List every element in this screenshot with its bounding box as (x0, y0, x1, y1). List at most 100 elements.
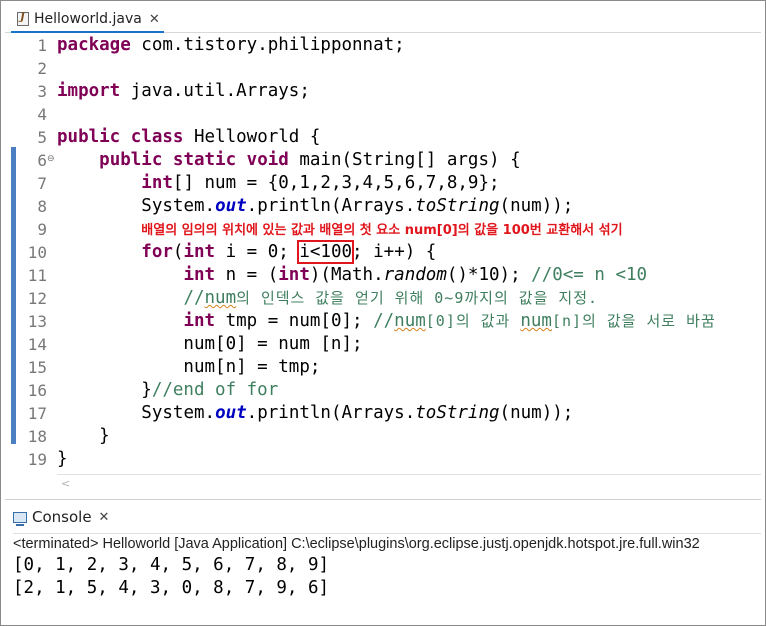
line-number: 15 (27, 358, 47, 377)
highlight-box: i<100 (297, 240, 355, 264)
code-line-10: for(int i = 0; i<100; i++) { (57, 240, 757, 264)
static-field: out (215, 196, 247, 216)
code-text-span: ()*10); (446, 265, 532, 285)
line-number: 7 (37, 174, 47, 193)
tab-helloworld-java[interactable]: Helloworld.java ✕ (11, 7, 164, 33)
code-text-span: (num)); (499, 196, 574, 216)
comment: [0]의 값과 (425, 312, 521, 330)
close-icon[interactable]: ✕ (99, 510, 110, 525)
console-view: Console ✕ <terminated> Helloworld [Java … (5, 499, 761, 621)
code-text-span: } (57, 380, 152, 400)
close-icon[interactable]: ✕ (149, 12, 160, 27)
code-line-13: int tmp = num[0]; //num[0]의 값과 num[n]의 값… (57, 310, 757, 333)
line-number: 11 (27, 266, 47, 285)
keyword: for (141, 242, 173, 262)
line-number: 16 (27, 381, 47, 400)
line-number: 8 (37, 197, 47, 216)
code-line-12: //num의 인덱스 값을 얻기 위해 0~9까지의 값을 지정. (57, 287, 757, 310)
console-status-line: <terminated> Helloworld [Java Applicatio… (13, 533, 761, 553)
comment: // (373, 311, 395, 331)
keyword: public static void (99, 150, 289, 170)
code-line-18: } (57, 426, 110, 446)
comment: 의 인덱스 값을 얻기 위해 0~9까지의 값을 지정. (236, 289, 599, 307)
tab-console[interactable]: Console ✕ (13, 504, 109, 530)
code-line-6: public static void main(String[] args) { (57, 149, 757, 172)
console-tab-label: Console (32, 508, 92, 526)
line-number: 6 (37, 151, 47, 170)
code-text-span: .println(Arrays. (246, 196, 416, 216)
keyword: int (183, 265, 216, 285)
comment: //0<= n <10 (531, 265, 648, 285)
code-line-3: import java.util.Arrays; (57, 80, 757, 103)
line-number: 10 (27, 243, 47, 262)
code-line-16: }//end of for (57, 379, 757, 402)
comment: // (183, 288, 205, 308)
code-text[interactable]: package com.tistory.philipponnat; import… (57, 34, 757, 471)
code-line-9: 배열의 임의의 위치에 있는 값과 배열의 첫 요소 num[0]의 값을 10… (57, 218, 757, 241)
code-text-span: Helloworld { (183, 127, 321, 147)
console-output-line: [0, 1, 2, 3, 4, 5, 6, 7, 8, 9] (13, 555, 330, 575)
line-number: 9 (37, 220, 47, 239)
fold-collapse-icon[interactable]: ⊖ (47, 154, 55, 164)
code-text-span: System. (141, 403, 216, 423)
code-text-span: System. (141, 196, 216, 216)
comment-spell-warning: num (394, 311, 426, 331)
change-ruler (11, 147, 16, 444)
line-number: 13 (27, 312, 47, 331)
code-line-17: System.out.println(Arrays.toString(num))… (57, 402, 757, 425)
comment: [n]의 값을 서로 바꿈 (551, 312, 716, 330)
keyword: public class (57, 127, 184, 147)
code-line-11: int n = (int)(Math.random()*10); //0<= n… (57, 264, 757, 287)
code-line-1: package com.tistory.philipponnat; (57, 34, 757, 57)
code-line-8: System.out.println(Arrays.toString(num))… (57, 195, 757, 218)
line-number: 18 (27, 427, 47, 446)
code-line-5: public class Helloworld { (57, 126, 757, 149)
scroll-left-icon[interactable]: < (61, 477, 70, 490)
code-text-span: java.util.Arrays; (120, 81, 310, 101)
comment-spell-warning: num (204, 288, 237, 308)
static-field: out (215, 403, 247, 423)
code-text-span: n = ( (215, 265, 279, 285)
keyword: package (57, 35, 131, 55)
line-number: 5 (37, 128, 47, 147)
horizontal-scrollbar[interactable]: < (57, 474, 761, 494)
keyword: int (183, 311, 216, 331)
eclipse-window: Helloworld.java ✕ 1 2 3 4 5 6 7 8 9 10 1… (0, 0, 766, 626)
line-number: 14 (27, 335, 47, 354)
line-number: 2 (37, 59, 47, 78)
code-editor[interactable]: 1 2 3 4 5 6 7 8 9 10 11 12 13 14 15 16 1… (5, 34, 761, 490)
console-output-line: [2, 1, 5, 4, 3, 0, 8, 7, 9, 6] (13, 578, 330, 598)
keyword: int (141, 173, 173, 193)
java-file-icon (17, 12, 29, 26)
keyword: int (278, 265, 310, 285)
code-text-span: ( (172, 242, 184, 262)
keyword: int (183, 242, 216, 262)
code-text-span: .println(Arrays. (246, 403, 416, 423)
code-text-span: (num)); (499, 403, 574, 423)
code-text-span: [] num = {0,1,2,3,4,5,6,7,8,9}; (172, 173, 500, 193)
line-number: 1 (37, 36, 47, 55)
console-icon (13, 511, 27, 526)
line-number: 3 (37, 82, 47, 101)
code-line-14: num[0] = num [n]; (57, 334, 363, 354)
code-text-span: ; i++) { (352, 242, 437, 262)
code-text-span: tmp = num[0]; (215, 311, 374, 331)
code-line-19: } (57, 449, 68, 469)
static-method: toString (415, 196, 500, 216)
annotation-text: 배열의 임의의 위치에 있는 값과 배열의 첫 요소 num[0]의 값을 10… (141, 223, 623, 238)
comment-spell-warning: num (520, 311, 552, 331)
line-number-gutter: 1 2 3 4 5 6 7 8 9 10 11 12 13 14 15 16 1… (17, 34, 47, 471)
line-number: 4 (37, 105, 47, 124)
static-method: toString (415, 403, 500, 423)
